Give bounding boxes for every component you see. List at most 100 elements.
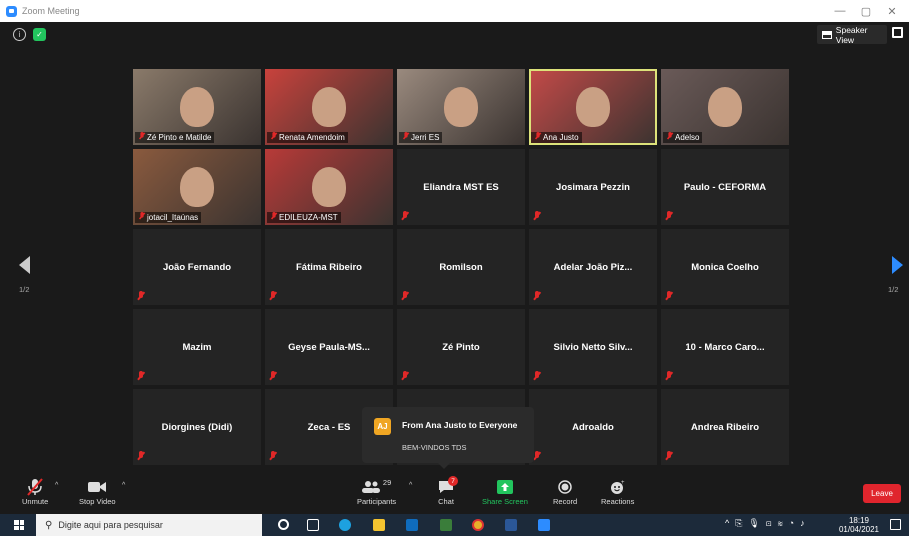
window-title: Zoom Meeting [22,6,80,16]
participant-video [708,87,742,127]
edge-icon[interactable] [339,519,351,531]
zoom-window: Zoom Meeting — ▢ ✕ i ✓ Speaker View 1/2 … [0,0,909,536]
participant-tile[interactable]: Mazim [133,309,261,385]
chat-badge: 7 [448,476,458,486]
participants-button[interactable]: 29 Participants [357,477,396,507]
close-icon[interactable]: ✕ [879,0,905,22]
participant-tile[interactable]: Paulo - CEFORMA [661,149,789,225]
muted-mic-icon [139,212,145,220]
participant-tile[interactable]: Ana Justo [529,69,657,145]
info-icon[interactable]: i [13,28,26,41]
next-page-arrow-icon[interactable] [892,256,903,274]
search-icon: ⚲ [45,519,53,531]
participant-name: Jerri ES [399,132,443,143]
participant-name: Zé Pinto e Matilde [135,132,215,143]
minimize-icon[interactable]: — [827,0,853,22]
fullscreen-icon[interactable] [892,27,903,38]
participant-tile[interactable]: Andrea Ribeiro [661,389,789,465]
muted-mic-icon [269,451,277,461]
zoom-logo-icon [6,5,17,17]
participants-caret-icon[interactable]: ^ [409,482,412,489]
sender-avatar: AJ [374,418,391,435]
chat-label: Chat [438,497,454,506]
participant-tile[interactable]: Geyse Paula-MS... [265,309,393,385]
participant-tile[interactable]: Fátima Ribeiro [265,229,393,305]
muted-mic-icon [403,132,409,140]
participant-name: Josimara Pezzin [556,181,630,193]
participant-tile[interactable]: Romilson [397,229,525,305]
participant-tile[interactable]: jotacil_Itaúnas [133,149,261,225]
participant-tile[interactable]: Adroaldo [529,389,657,465]
leave-button[interactable]: Leave [863,484,901,503]
participant-tile[interactable]: Adelar João Piz... [529,229,657,305]
clock-time: 18:19 [848,516,869,525]
participant-name: Silvio Netto Silv... [553,341,633,353]
speaker-view-button[interactable]: Speaker View [817,24,887,45]
chat-notification[interactable]: AJ From Ana Justo to Everyone BEM-VINDOS… [362,407,534,469]
svg-text:+: + [621,480,625,486]
participant-tile[interactable]: Josimara Pezzin [529,149,657,225]
maximize-icon[interactable]: ▢ [853,0,879,22]
store-icon[interactable] [440,519,452,531]
taskbar-search-box[interactable]: ⚲ Digite aqui para pesquisar [36,514,262,536]
word-icon[interactable] [505,519,517,531]
participant-tile[interactable]: Silvio Netto Silv... [529,309,657,385]
participant-name: Andrea Ribeiro [690,421,760,433]
video-camera-icon [88,477,107,497]
participant-tile[interactable]: Zé Pinto [397,309,525,385]
muted-mic-icon [137,291,145,301]
speaker-view-label: Speaker View [835,24,868,45]
participant-video [312,87,346,127]
zoom-taskbar-icon[interactable] [538,519,550,531]
participant-video [576,87,610,127]
participant-tile[interactable]: Zé Pinto e Matilde [133,69,261,145]
participant-tile[interactable]: Adelso [661,69,789,145]
windows-start-icon[interactable] [14,520,24,530]
clock-date: 01/04/2021 [838,525,879,534]
participant-name: Geyse Paula-MS... [288,341,370,353]
share-arrow-icon [496,477,513,497]
shield-icon[interactable]: ✓ [33,28,46,41]
prev-page-arrow-icon[interactable] [19,256,30,274]
cortana-icon[interactable] [278,519,289,530]
notifications-icon[interactable] [890,519,901,530]
task-view-icon[interactable] [307,519,319,531]
participant-tile[interactable]: Renata Amendoim [265,69,393,145]
meeting-toolbar: Unmute ^ Stop Video ^ 29 Participants ^ … [0,470,909,514]
muted-mic-icon [269,371,277,381]
chrome-icon[interactable] [472,519,484,531]
participant-name: Romilson [439,261,483,273]
participant-tile[interactable]: EDILEUZA-MST [265,149,393,225]
stop-video-button[interactable]: Stop Video [79,477,116,506]
audio-options-caret-icon[interactable]: ^ [55,482,58,489]
muted-mic-icon [665,371,673,381]
participant-tile[interactable]: João Fernando [133,229,261,305]
chat-button[interactable]: 7 Chat [438,476,458,506]
participant-tile[interactable]: Eliandra MST ES [397,149,525,225]
participants-icon: 29 [361,477,392,497]
muted-mic-icon [533,291,541,301]
share-screen-button[interactable]: Share Screen [482,477,528,506]
participant-name: Paulo - CEFORMA [683,181,767,193]
mail-icon[interactable] [406,519,418,531]
muted-mic-icon [533,371,541,381]
reactions-button[interactable]: + Reactions [601,477,634,506]
left-page-indicator: 1/2 [19,285,30,294]
unmute-button[interactable]: Unmute [22,477,48,506]
participants-count: 29 [382,477,392,487]
record-button[interactable]: Record [553,477,577,506]
video-options-caret-icon[interactable]: ^ [122,482,125,489]
muted-mic-icon [271,132,277,140]
participant-tile[interactable]: Diorgines (Didi) [133,389,261,465]
file-explorer-icon[interactable] [373,519,385,531]
clock[interactable]: 18:19 01/04/2021 [839,516,879,534]
participant-tile[interactable]: Jerri ES [397,69,525,145]
participant-tile[interactable]: Monica Coelho [661,229,789,305]
muted-mic-icon [401,371,409,381]
participant-video [180,167,214,207]
unmute-label: Unmute [22,497,49,506]
participant-tile[interactable]: 10 - Marco Caro... [661,309,789,385]
participant-name: Adelar João Piz... [553,261,633,273]
record-icon [558,477,572,497]
system-tray-icons[interactable]: ^⎘🎙⊡≋◔♪ [725,518,811,529]
